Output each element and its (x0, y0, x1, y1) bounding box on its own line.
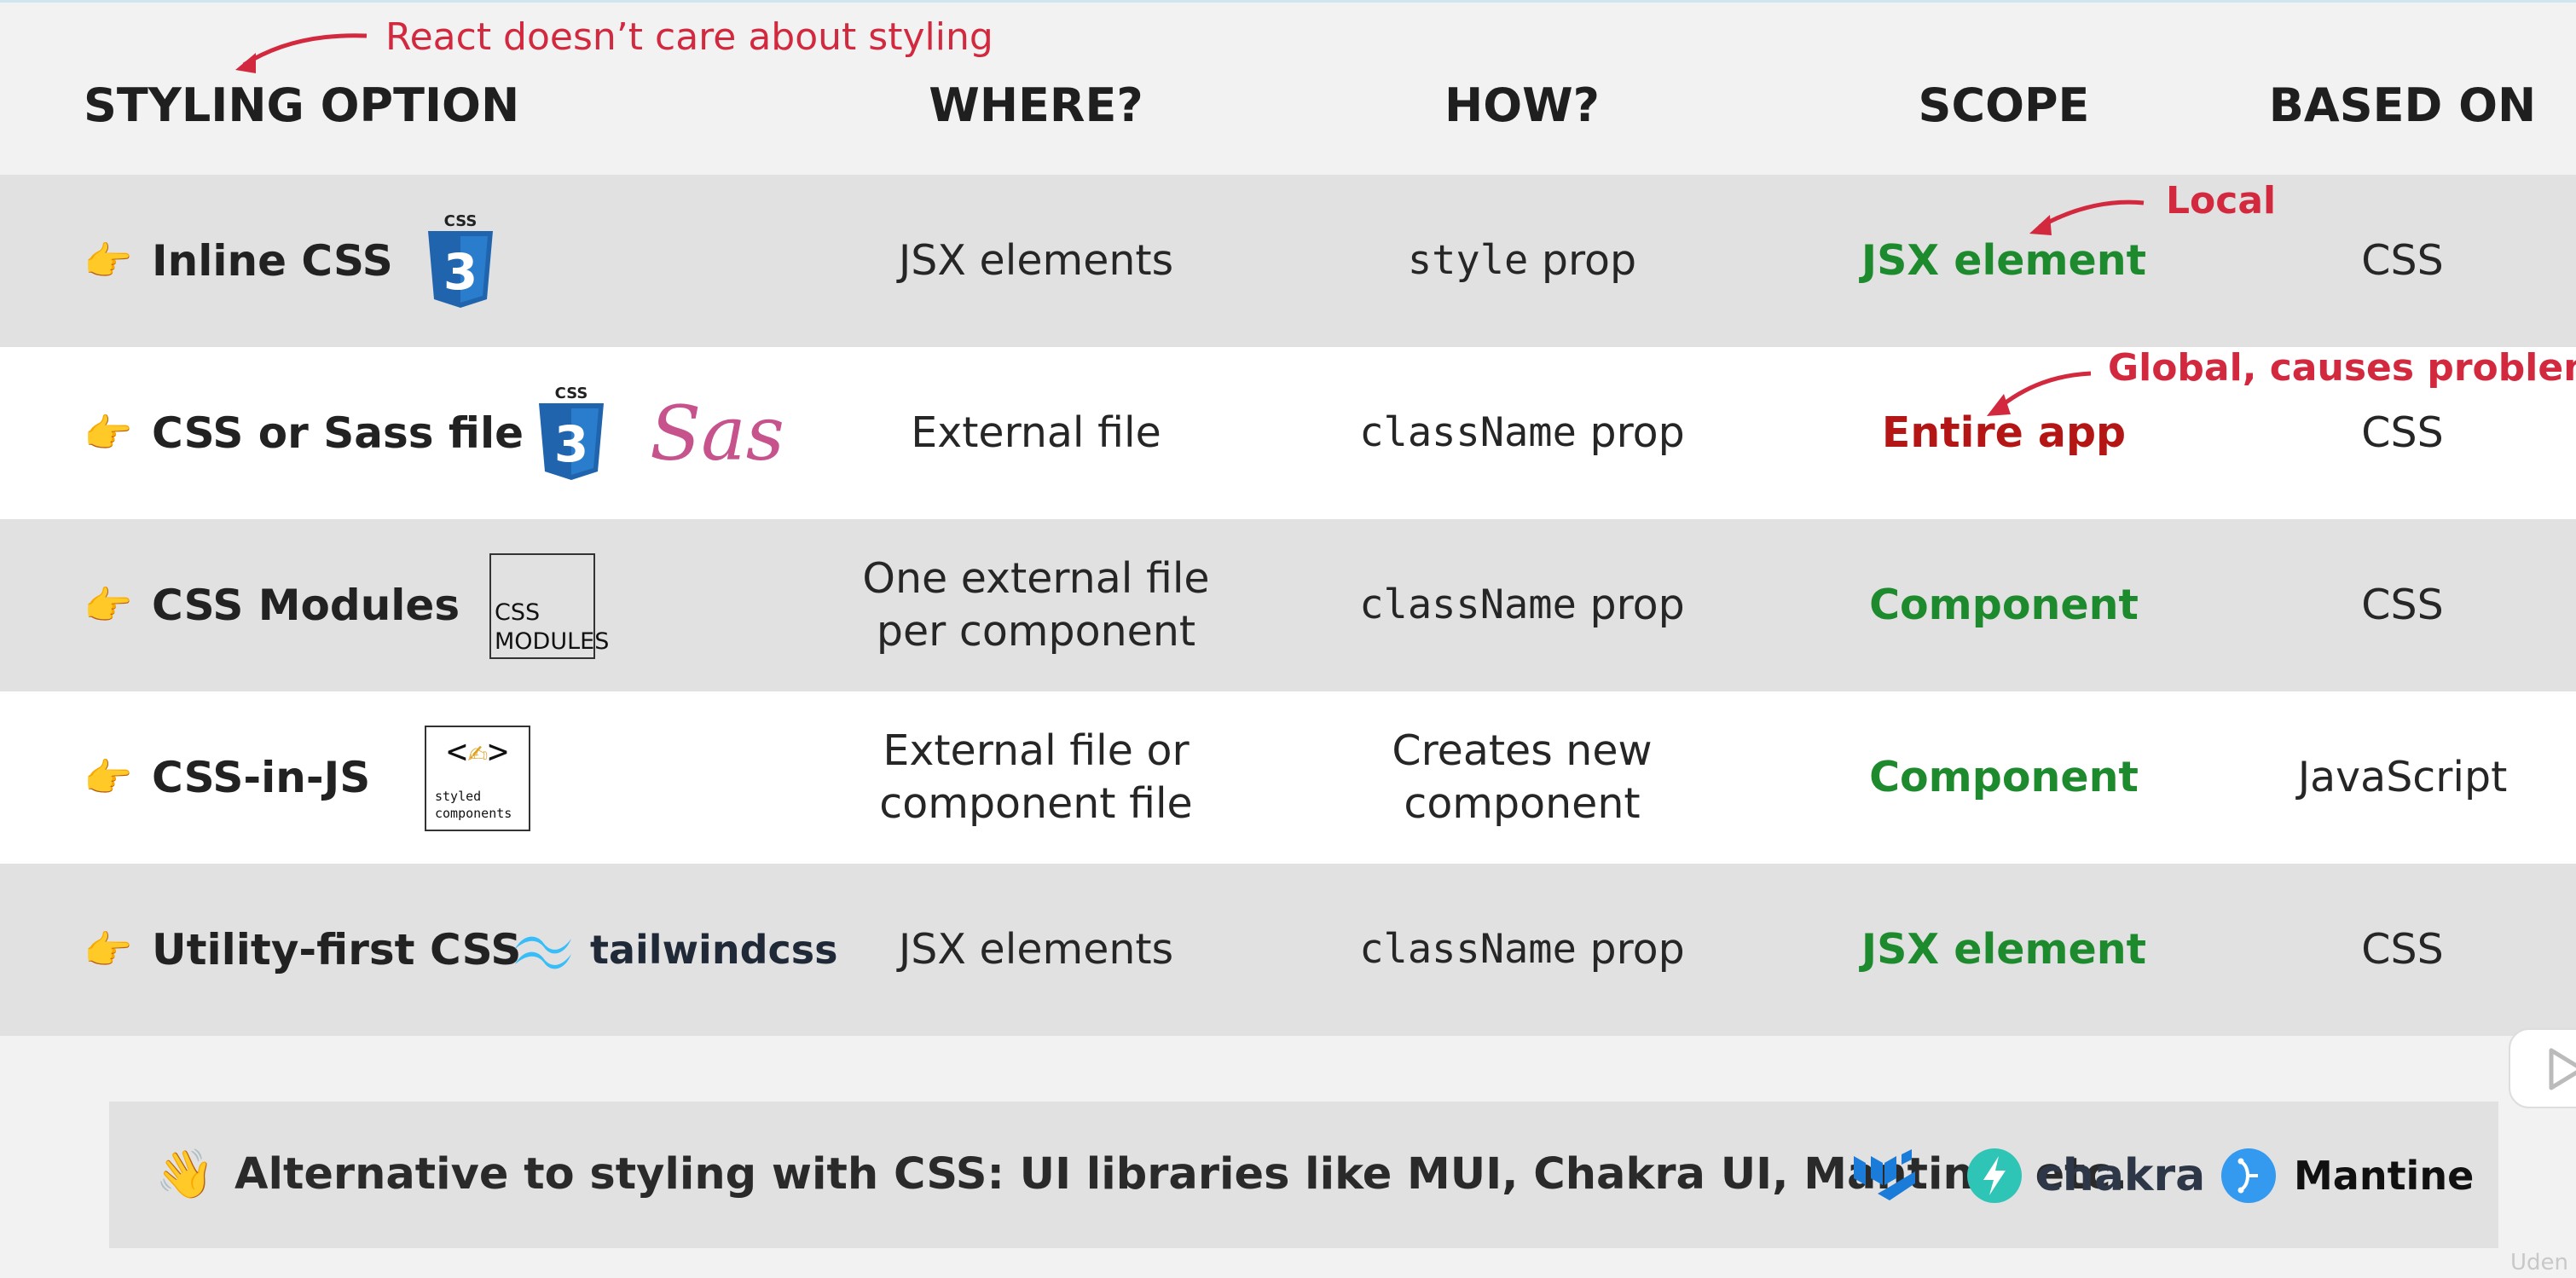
css-modules-logo-text: CSS (495, 599, 541, 626)
how-text: prop (1528, 236, 1637, 285)
svg-text:Sass: Sass (650, 390, 783, 477)
css-modules-logo-text: MODULES (495, 628, 610, 655)
where-cell: JSX elements (898, 236, 1174, 285)
chakra-logo-text: chakra (2036, 1150, 2206, 1201)
option-label: Inline CSS (152, 236, 393, 286)
tailwind-logo-icon (515, 936, 571, 969)
svg-text:3: 3 (443, 243, 478, 301)
play-icon (2549, 1048, 2576, 1090)
mantine-logo-icon (2221, 1148, 2276, 1203)
how-line: Creates new (1392, 726, 1653, 775)
how-text: prop (1576, 925, 1685, 974)
mui-logo-icon (1854, 1149, 1915, 1200)
how-code: className (1359, 581, 1577, 628)
how-cell: className prop (1305, 347, 1740, 519)
styled-logo-text: components (435, 806, 512, 821)
how-cell: style prop (1305, 175, 1740, 347)
header-how: HOW? (1444, 78, 1600, 132)
option-label: CSS or Sass file (152, 408, 524, 458)
header-styling-option: STYLING OPTION (84, 78, 520, 132)
svg-text:CSS: CSS (555, 385, 588, 402)
row-option: 👉 CSS Modules (84, 519, 460, 691)
based-on-cell: CSS (2361, 925, 2444, 974)
table-row: 👉 CSS Modules CSS MODULES One external f… (0, 519, 2576, 691)
css-modules-logo-icon: CSS MODULES (489, 553, 609, 659)
styled-components-logo-icon: <✍> styled components (425, 726, 530, 831)
where-line: component file (879, 779, 1193, 828)
pointing-hand-icon: 👉 (84, 754, 133, 801)
annotation-arrow-top (235, 33, 368, 73)
where-line: One external file (862, 554, 1210, 603)
header-scope: SCOPE (1918, 78, 2090, 132)
styled-logo-text: styled (435, 789, 482, 804)
where-line: External file or (883, 726, 1190, 775)
annotation-global: Global, causes problems (2108, 346, 2576, 390)
based-on-cell: CSS (2361, 236, 2444, 285)
pointing-hand-icon: 👉 (84, 237, 133, 284)
table-row: 👉 Utility-first CSS tailwindcss JSX elem… (0, 864, 2576, 1036)
row-option: 👉 Utility-first CSS (84, 864, 521, 1036)
mantine-logo-text: Mantine (2294, 1153, 2475, 1199)
annotation-react-styling: React doesn’t care about styling (385, 15, 993, 59)
annotation-arrow-local (2029, 200, 2145, 235)
sass-logo-icon: Sass (650, 390, 783, 477)
how-code: style (1407, 237, 1529, 284)
row-option: 👉 CSS or Sass file (84, 347, 524, 519)
where-cell: External file or component file (853, 691, 1219, 864)
where-cell: External file (911, 408, 1161, 457)
scope-cell: Component (1869, 581, 2139, 629)
where-cell: One external file per component (853, 519, 1219, 691)
header-based-on: BASED ON (2268, 78, 2537, 132)
where-cell: JSX elements (898, 925, 1174, 974)
how-cell: className prop (1305, 864, 1740, 1036)
svg-text:CSS: CSS (444, 212, 478, 230)
watermark-text: Uden (2510, 1250, 2569, 1275)
how-code: className (1359, 409, 1577, 456)
how-cell: Creates new component (1305, 691, 1740, 864)
scope-cell: JSX element (1861, 925, 2147, 974)
row-option: 👉 Inline CSS (84, 175, 393, 347)
option-label: CSS Modules (152, 581, 460, 630)
annotation-arrow-global (1987, 371, 2092, 416)
how-text: prop (1576, 581, 1685, 629)
css3-logo-icon: CSS 3 (539, 385, 604, 480)
tailwind-logo-text: tailwindcss (590, 927, 838, 973)
svg-text:3: 3 (554, 415, 588, 473)
how-cell: className prop (1305, 519, 1740, 691)
option-label: CSS-in-JS (152, 753, 371, 802)
pointing-hand-icon: 👉 (84, 409, 133, 456)
based-on-cell: CSS (2361, 581, 2444, 629)
row-option: 👉 CSS-in-JS (84, 691, 370, 864)
header-where: WHERE? (929, 78, 1143, 132)
annotation-local: Local (2166, 179, 2277, 223)
pointing-hand-icon: 👉 (84, 581, 133, 628)
play-button[interactable] (2509, 1028, 2576, 1108)
table-row: 👉 CSS-in-JS <✍> styled components Extern… (0, 691, 2576, 864)
where-line: per component (876, 607, 1196, 656)
code-brackets-icon: <✍> (446, 732, 509, 772)
pointing-hand-icon: 👉 (84, 926, 133, 973)
waving-hand-icon: 👋 (155, 1147, 215, 1202)
top-accent-line (0, 0, 2576, 3)
based-on-cell: JavaScript (2297, 753, 2508, 801)
how-line: component (1404, 779, 1641, 828)
chakra-logo-icon (1967, 1148, 2022, 1203)
option-label: Utility-first CSS (152, 925, 522, 974)
how-text: prop (1576, 408, 1685, 457)
scope-cell: Component (1869, 753, 2139, 801)
alternative-text: Alternative to styling with CSS: UI libr… (234, 1149, 2128, 1200)
how-code: className (1359, 926, 1577, 973)
css3-logo-icon: CSS 3 (428, 212, 493, 308)
